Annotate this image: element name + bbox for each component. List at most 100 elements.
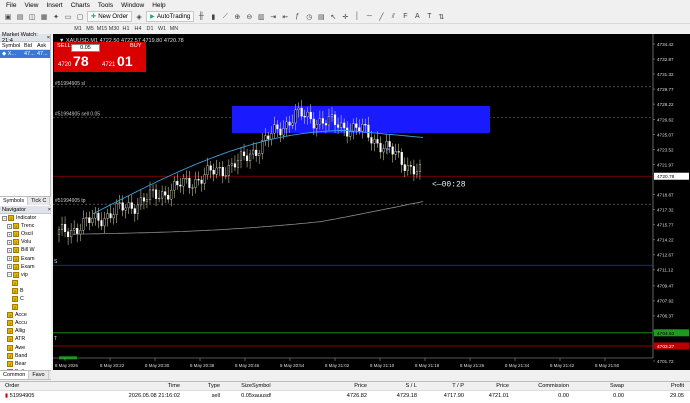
close-icon[interactable]: × xyxy=(47,35,50,41)
navigator-item[interactable]: − f Indicator xyxy=(0,214,51,222)
tile-icon[interactable]: ▥ xyxy=(256,12,266,22)
expand-icon[interactable]: + xyxy=(7,223,12,229)
buy-price[interactable]: 4721 01 xyxy=(102,53,133,69)
bar-chart-icon[interactable]: ╫ xyxy=(196,12,206,22)
tf-m1[interactable]: M1 xyxy=(72,26,84,32)
lot-size-input[interactable]: 0.05 xyxy=(71,44,100,52)
candlestick-icon[interactable]: ▮ xyxy=(208,12,218,22)
chart-window[interactable]: ▼ XAUUSD,M1 4722.50 4722.57 4719.80 4720… xyxy=(53,34,690,370)
terminal-icon[interactable]: ▭ xyxy=(63,12,73,22)
navigator-item[interactable]: f xyxy=(0,279,51,287)
navigator-item[interactable]: f Allig xyxy=(0,327,51,335)
navigator-item[interactable]: fB xyxy=(0,287,51,295)
crosshair-icon[interactable]: ✛ xyxy=(340,12,350,22)
line-chart-icon[interactable]: ⟋ xyxy=(220,12,230,22)
expand-icon[interactable]: + xyxy=(7,256,12,262)
order-row[interactable]: ▮ 51994905 2026.05.08 21:16:02 sell 0.05 xau… xyxy=(0,391,690,400)
navigator-icon[interactable]: ✦ xyxy=(51,12,61,22)
navigator-item[interactable]: f Bear xyxy=(0,360,51,368)
mw-col-bid[interactable]: Bid xyxy=(24,43,37,49)
tf-h1[interactable]: H1 xyxy=(120,26,132,32)
cursor-icon[interactable]: ↖ xyxy=(328,12,338,22)
orders-col-header[interactable]: Time xyxy=(60,383,180,389)
tf-m15[interactable]: M15 xyxy=(96,26,108,32)
navigator-item[interactable]: f xyxy=(0,303,51,311)
navigator-item[interactable]: + f Exam xyxy=(0,254,51,262)
tf-w1[interactable]: W1 xyxy=(156,26,168,32)
menu-insert[interactable]: Insert xyxy=(46,2,62,9)
channel-icon[interactable]: ⫽ xyxy=(388,12,398,22)
zoom-out-icon[interactable]: ⊖ xyxy=(244,12,254,22)
navigator-item[interactable]: f Band xyxy=(0,352,51,360)
navigator-item[interactable]: + f Oscil xyxy=(0,230,51,238)
expand-icon[interactable]: + xyxy=(7,264,12,270)
zoom-in-icon[interactable]: ⊕ xyxy=(232,12,242,22)
navigator-item[interactable]: f ATR xyxy=(0,335,51,343)
orders-col-header[interactable]: Commission xyxy=(509,383,569,389)
menu-help[interactable]: Help xyxy=(152,2,165,9)
buy-button[interactable]: BUY xyxy=(130,43,142,49)
expand-icon[interactable]: + xyxy=(7,239,12,245)
indicators-icon[interactable]: ƒ xyxy=(292,12,302,22)
expand-icon[interactable]: − xyxy=(7,272,12,278)
market-watch-icon[interactable]: ◫ xyxy=(27,12,37,22)
menu-view[interactable]: View xyxy=(24,2,38,9)
orders-col-header[interactable]: Size xyxy=(220,383,252,389)
fibo-icon[interactable]: F xyxy=(400,12,410,22)
meta-editor-icon[interactable]: ◈ xyxy=(134,12,144,22)
text-icon[interactable]: A xyxy=(412,12,422,22)
navigator-item[interactable]: f Awe xyxy=(0,344,51,352)
orders-col-header[interactable]: Price xyxy=(464,383,509,389)
expand-icon[interactable]: − xyxy=(2,215,7,221)
menu-tools[interactable]: Tools xyxy=(98,2,113,9)
menu-file[interactable]: File xyxy=(6,2,16,9)
tab-tick-chart[interactable]: Tick C xyxy=(28,197,51,205)
new-chart-icon[interactable]: ▣ xyxy=(3,12,13,22)
navigator-item[interactable]: + f Trenc xyxy=(0,222,51,230)
menu-window[interactable]: Window xyxy=(121,2,144,9)
sell-button[interactable]: SELL xyxy=(57,43,71,49)
trendline-icon[interactable]: ╱ xyxy=(376,12,386,22)
close-icon[interactable]: × xyxy=(48,207,51,213)
orders-col-header[interactable]: S / L xyxy=(367,383,417,389)
navigator-item[interactable]: − f vip xyxy=(0,271,51,279)
tf-h4[interactable]: H4 xyxy=(132,26,144,32)
tf-d1[interactable]: D1 xyxy=(144,26,156,32)
orders-col-header[interactable]: Price xyxy=(314,383,367,389)
periods-icon[interactable]: ◷ xyxy=(304,12,314,22)
orders-col-header[interactable]: T / P xyxy=(417,383,464,389)
orders-col-header[interactable]: Profit xyxy=(624,383,684,389)
market-watch-row[interactable]: ◆ X... 47... 47... xyxy=(0,50,50,58)
navigator-item[interactable]: f Acce xyxy=(0,311,51,319)
navigator-item[interactable]: + f Volu xyxy=(0,238,51,246)
price-chart[interactable]: ▼ XAUUSD,M1 4722.50 4722.57 4719.80 4720… xyxy=(53,34,690,370)
tf-m30[interactable]: M30 xyxy=(108,26,120,32)
tab-symbols[interactable]: Symbols xyxy=(0,197,29,205)
expand-icon[interactable]: + xyxy=(7,247,12,253)
menu-charts[interactable]: Charts xyxy=(71,2,90,9)
navigator-item[interactable]: + f Exam xyxy=(0,263,51,271)
navigator-item[interactable]: fC xyxy=(0,295,51,303)
vertical-line-icon[interactable]: │ xyxy=(352,12,362,22)
orders-col-header[interactable]: Symbol xyxy=(252,383,314,389)
auto-trading-button[interactable]: ▶ AutoTrading xyxy=(146,11,195,22)
orders-col-header[interactable]: Swap xyxy=(569,383,624,389)
chart-shift-icon[interactable]: ⇤ xyxy=(280,12,290,22)
sell-price[interactable]: 4720 78 xyxy=(58,53,89,69)
arrows-icon[interactable]: ⇅ xyxy=(436,12,446,22)
tf-mn[interactable]: MN xyxy=(168,26,180,32)
orders-col-header[interactable]: Order xyxy=(0,383,60,389)
orders-col-header[interactable]: Type xyxy=(180,383,220,389)
templates-icon[interactable]: ▤ xyxy=(316,12,326,22)
horizontal-line-icon[interactable]: ─ xyxy=(364,12,374,22)
autoscroll-icon[interactable]: ⇥ xyxy=(268,12,278,22)
tab-favorites[interactable]: Favo xyxy=(29,371,49,379)
navigator-item[interactable]: + f Bill W xyxy=(0,246,51,254)
mw-col-symbol[interactable]: Symbol xyxy=(0,43,24,49)
expand-icon[interactable]: + xyxy=(7,231,12,237)
new-order-button[interactable]: ✚ New Order xyxy=(87,11,133,22)
tab-common[interactable]: Common xyxy=(0,371,30,379)
mw-col-ask[interactable]: Ask xyxy=(37,43,50,49)
tester-icon[interactable]: ▢ xyxy=(75,12,85,22)
label-icon[interactable]: T xyxy=(424,12,434,22)
